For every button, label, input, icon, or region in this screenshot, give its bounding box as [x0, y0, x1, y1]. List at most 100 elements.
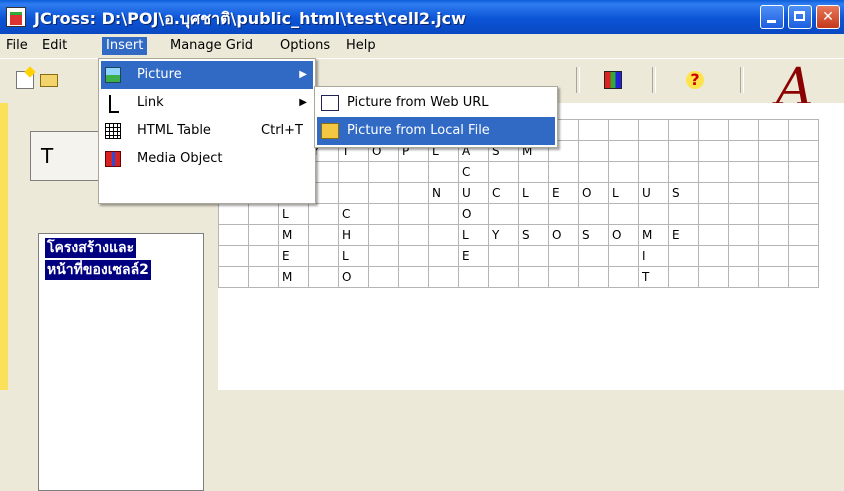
grid-cell[interactable]: O — [338, 266, 369, 288]
grid-cell[interactable]: O — [458, 203, 489, 225]
grid-cell[interactable] — [338, 161, 369, 183]
grid-cell[interactable] — [308, 224, 339, 246]
grid-cell[interactable] — [308, 245, 339, 267]
open-folder-icon[interactable] — [40, 74, 58, 87]
new-file-icon[interactable] — [16, 71, 34, 89]
grid-cell[interactable] — [608, 245, 639, 267]
grid-cell[interactable] — [248, 245, 279, 267]
grid-cell[interactable]: U — [638, 182, 669, 204]
grid-cell[interactable] — [758, 245, 789, 267]
grid-cell[interactable]: C — [458, 161, 489, 183]
grid-cell[interactable]: S — [668, 182, 699, 204]
grid-cell[interactable]: O — [578, 182, 609, 204]
grid-cell[interactable]: E — [278, 245, 309, 267]
grid-cell[interactable] — [248, 203, 279, 225]
grid-cell[interactable]: T — [638, 266, 669, 288]
help-icon[interactable]: ? — [686, 71, 704, 89]
grid-cell[interactable] — [758, 161, 789, 183]
grid-cell[interactable]: L — [518, 182, 549, 204]
grid-cell[interactable] — [248, 224, 279, 246]
grid-cell[interactable] — [368, 182, 399, 204]
grid-cell[interactable] — [788, 182, 819, 204]
menu-insert[interactable]: Insert — [102, 37, 148, 55]
grid-cell[interactable] — [428, 224, 459, 246]
grid-cell[interactable] — [548, 245, 579, 267]
grid-cell[interactable]: S — [578, 224, 609, 246]
grid-cell[interactable] — [788, 119, 819, 141]
grid-cell[interactable] — [668, 119, 699, 141]
menu-file[interactable]: File — [2, 37, 32, 55]
close-button[interactable]: ✕ — [816, 5, 840, 29]
grid-cell[interactable] — [488, 161, 519, 183]
grid-cell[interactable] — [578, 245, 609, 267]
grid-cell[interactable] — [638, 119, 669, 141]
grid-cell[interactable] — [788, 266, 819, 288]
grid-cell[interactable] — [668, 266, 699, 288]
maximize-button[interactable] — [788, 5, 812, 29]
app-icon[interactable] — [6, 7, 26, 27]
grid-cell[interactable] — [758, 203, 789, 225]
grid-cell[interactable] — [578, 203, 609, 225]
grid-cell[interactable] — [368, 266, 399, 288]
grid-cell[interactable] — [488, 245, 519, 267]
grid-cell[interactable] — [728, 203, 759, 225]
instructions-box[interactable]: โครงสร้างและ หน้าที่ของเซลล์2 — [38, 233, 204, 491]
grid-cell[interactable] — [698, 182, 729, 204]
grid-cell[interactable] — [488, 203, 519, 225]
grid-cell[interactable] — [218, 224, 249, 246]
grid-cell[interactable]: L — [278, 203, 309, 225]
grid-cell[interactable]: N — [428, 182, 459, 204]
grid-cell[interactable] — [668, 245, 699, 267]
grid-cell[interactable] — [578, 140, 609, 162]
grid-cell[interactable] — [758, 266, 789, 288]
grid-cell[interactable] — [608, 203, 639, 225]
grid-cell[interactable] — [788, 140, 819, 162]
grid-cell[interactable]: I — [638, 245, 669, 267]
grid-cell[interactable] — [308, 266, 339, 288]
insert-media-object-item[interactable]: Media Object — [101, 145, 313, 173]
grid-cell[interactable] — [788, 224, 819, 246]
grid-cell[interactable] — [608, 119, 639, 141]
picture-from-web-url-item[interactable]: Picture from Web URL — [317, 89, 555, 117]
grid-cell[interactable] — [638, 203, 669, 225]
grid-cell[interactable] — [638, 140, 669, 162]
grid-cell[interactable] — [578, 266, 609, 288]
grid-cell[interactable]: H — [338, 224, 369, 246]
grid-cell[interactable] — [518, 245, 549, 267]
grid-cell[interactable] — [338, 182, 369, 204]
grid-cell[interactable] — [218, 203, 249, 225]
insert-link-item[interactable]: Link ▶ — [101, 89, 313, 117]
grid-cell[interactable] — [788, 245, 819, 267]
grid-cell[interactable]: L — [608, 182, 639, 204]
grid-cell[interactable] — [728, 140, 759, 162]
menu-options[interactable]: Options — [276, 37, 334, 55]
grid-cell[interactable] — [398, 224, 429, 246]
grid-cell[interactable] — [398, 161, 429, 183]
menu-help[interactable]: Help — [342, 37, 380, 55]
grid-cell[interactable] — [698, 119, 729, 141]
grid-cell[interactable] — [428, 266, 459, 288]
grid-cell[interactable] — [518, 203, 549, 225]
grid-cell[interactable] — [728, 161, 759, 183]
grid-cell[interactable]: S — [518, 224, 549, 246]
grid-cell[interactable] — [398, 245, 429, 267]
menu-edit[interactable]: Edit — [38, 37, 71, 55]
grid-cell[interactable] — [728, 266, 759, 288]
grid-cell[interactable]: L — [338, 245, 369, 267]
grid-cell[interactable]: L — [458, 224, 489, 246]
grid-cell[interactable] — [398, 203, 429, 225]
grid-cell[interactable] — [398, 266, 429, 288]
grid-cell[interactable] — [428, 245, 459, 267]
grid-cell[interactable] — [728, 224, 759, 246]
grid-cell[interactable] — [728, 119, 759, 141]
grid-cell[interactable] — [698, 245, 729, 267]
grid-cell[interactable] — [758, 140, 789, 162]
grid-cell[interactable] — [428, 203, 459, 225]
grid-cell[interactable] — [668, 140, 699, 162]
grid-cell[interactable] — [428, 161, 459, 183]
grid-cell[interactable] — [728, 245, 759, 267]
grid-cell[interactable]: M — [638, 224, 669, 246]
grid-cell[interactable] — [548, 161, 579, 183]
grid-cell[interactable] — [728, 182, 759, 204]
grid-cell[interactable] — [398, 182, 429, 204]
